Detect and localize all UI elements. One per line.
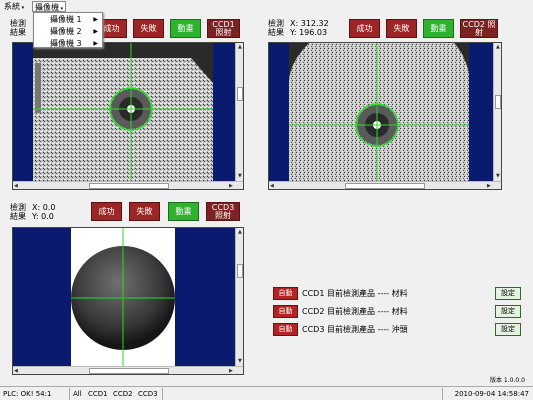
scroll-thumb[interactable]	[495, 95, 501, 109]
fail-button[interactable]: 失敗	[386, 19, 417, 38]
y-value: Y: 0.0	[32, 212, 54, 221]
menu-camera[interactable]: 攝像機 ▾	[32, 1, 67, 12]
dropdown-item-camera-2[interactable]: 攝像機 2 ▶	[34, 26, 102, 37]
result-label-top: 檢測	[10, 19, 26, 28]
result-label-top: 檢測	[10, 203, 26, 212]
arrow-right-icon[interactable]: ▶	[487, 183, 491, 189]
arrow-up-icon[interactable]: ▲	[238, 229, 242, 235]
scroll-thumb[interactable]	[345, 183, 425, 189]
horizontal-scrollbar[interactable]: ◀ ▶	[13, 181, 243, 189]
x-value: X: 312.32	[290, 19, 329, 28]
dropdown-item-label: 攝像機 1	[50, 15, 82, 24]
dropdown-item-label: 攝像機 3	[50, 39, 82, 48]
status-ccd2: CCD2	[113, 390, 133, 398]
camera-view-3[interactable]: ▲ ▼ ◀ ▶	[12, 227, 244, 375]
status-row-ccd1: 自動 CCD1 目前檢測產品 ---- 材料 設定	[273, 287, 521, 300]
status-row-ccd2: 自動 CCD2 目前檢測產品 ---- 材料 設定	[273, 305, 521, 318]
arrow-left-icon[interactable]: ◀	[270, 183, 274, 189]
chevron-down-icon: ▾	[20, 5, 25, 11]
arrow-right-icon[interactable]: ▶	[229, 368, 233, 374]
arrow-left-icon[interactable]: ◀	[14, 183, 18, 189]
arrow-left-icon[interactable]: ◀	[14, 368, 18, 374]
result-label-bottom: 結果	[268, 28, 284, 37]
status-bar: PLC: OK! 54:1 All CCD1 CCD2 CCD3 2010-09…	[0, 386, 533, 400]
arrow-down-icon[interactable]: ▼	[496, 173, 500, 179]
settings-button[interactable]: 設定	[495, 305, 521, 318]
version-label: 版本 1.0.0.0	[490, 377, 525, 384]
camera-view-1[interactable]: ▲ ▼ ◀ ▶	[12, 42, 244, 190]
status-text: CCD2 目前檢測產品 ---- 材料	[302, 307, 408, 316]
scroll-thumb[interactable]	[237, 264, 243, 278]
settings-button[interactable]: 設定	[495, 323, 521, 336]
vertical-scrollbar[interactable]: ▲ ▼	[235, 228, 243, 366]
scroll-thumb[interactable]	[89, 183, 169, 189]
arrow-up-icon[interactable]: ▲	[496, 44, 500, 50]
status-text: CCD1 目前檢測產品 ---- 材料	[302, 289, 408, 298]
chevron-right-icon: ▶	[93, 28, 98, 35]
camera-panel-2: 檢測 結果 X: 312.32 Y: 196.03 成功 失敗 動畫 CCD2 …	[266, 14, 506, 192]
result-label-bottom: 結果	[10, 28, 26, 37]
datetime: 2010-09-04 14:58:47	[454, 390, 529, 398]
arrow-right-icon[interactable]: ▶	[229, 183, 233, 189]
arrow-down-icon[interactable]: ▼	[238, 358, 242, 364]
success-button[interactable]: 成功	[91, 202, 122, 221]
menu-system[interactable]: 系統 ▾	[2, 1, 26, 12]
status-spacer	[163, 388, 443, 400]
camera-image-3	[13, 228, 235, 366]
vertical-scrollbar[interactable]: ▲ ▼	[493, 43, 501, 181]
auto-mode-button[interactable]: 自動	[273, 305, 298, 318]
chevron-right-icon: ▶	[93, 40, 98, 47]
vertical-scrollbar[interactable]: ▲ ▼	[235, 43, 243, 181]
status-all: All	[73, 390, 82, 398]
result-label-bottom: 結果	[10, 212, 26, 221]
fail-button[interactable]: 失敗	[129, 202, 160, 221]
dropdown-item-camera-3[interactable]: 攝像機 3 ▶	[34, 38, 102, 49]
camera-image-2	[269, 43, 493, 181]
x-value: X: 0.0	[32, 203, 56, 212]
success-button[interactable]: 成功	[349, 19, 380, 38]
chevron-right-icon: ▶	[93, 16, 98, 23]
scroll-thumb[interactable]	[89, 368, 169, 374]
result-label-top: 檢測	[268, 19, 284, 28]
camera-dropdown: 攝像機 1 ▶ 攝像機 2 ▶ 攝像機 3 ▶	[33, 12, 103, 48]
menu-camera-label: 攝像機	[35, 3, 59, 12]
camera-panel-3: 檢測 結果 X: 0.0 Y: 0.0 成功 失敗 動畫 CCD3 照射 ▲ ▼	[8, 196, 248, 382]
status-ccd3: CCD3	[135, 388, 163, 400]
dropdown-item-camera-1[interactable]: 攝像機 1 ▶	[34, 14, 102, 25]
y-value: Y: 196.03	[290, 28, 328, 37]
status-text: CCD3 目前檢測產品 ---- 沖頭	[302, 325, 408, 334]
plc-status: PLC: OK! 54:1	[0, 388, 70, 400]
settings-button[interactable]: 設定	[495, 287, 521, 300]
scroll-thumb[interactable]	[237, 87, 243, 101]
arrow-up-icon[interactable]: ▲	[238, 44, 242, 50]
auto-mode-button[interactable]: 自動	[273, 287, 298, 300]
camera-image-1	[13, 43, 235, 181]
horizontal-scrollbar[interactable]: ◀ ▶	[13, 366, 243, 374]
auto-mode-button[interactable]: 自動	[273, 323, 298, 336]
fail-button[interactable]: 失敗	[133, 19, 164, 38]
menu-system-label: 系統	[4, 2, 20, 11]
auto-button[interactable]: 動畫	[168, 202, 199, 221]
ccd-light-button[interactable]: CCD3 照射	[206, 202, 240, 221]
horizontal-scrollbar[interactable]: ◀ ▶	[269, 181, 501, 189]
status-ccd1: CCD1	[88, 390, 108, 398]
ccd-light-button[interactable]: CCD1 照射	[207, 19, 240, 38]
auto-button[interactable]: 動畫	[423, 19, 454, 38]
ccd-light-button[interactable]: CCD2 照射	[460, 19, 498, 38]
arrow-down-icon[interactable]: ▼	[238, 173, 242, 179]
camera-view-2[interactable]: ▲ ▼ ◀ ▶	[268, 42, 502, 190]
auto-button[interactable]: 動畫	[170, 19, 201, 38]
status-row-ccd3: 自動 CCD3 目前檢測產品 ---- 沖頭 設定	[273, 323, 521, 336]
dropdown-item-label: 攝像機 2	[50, 27, 82, 36]
